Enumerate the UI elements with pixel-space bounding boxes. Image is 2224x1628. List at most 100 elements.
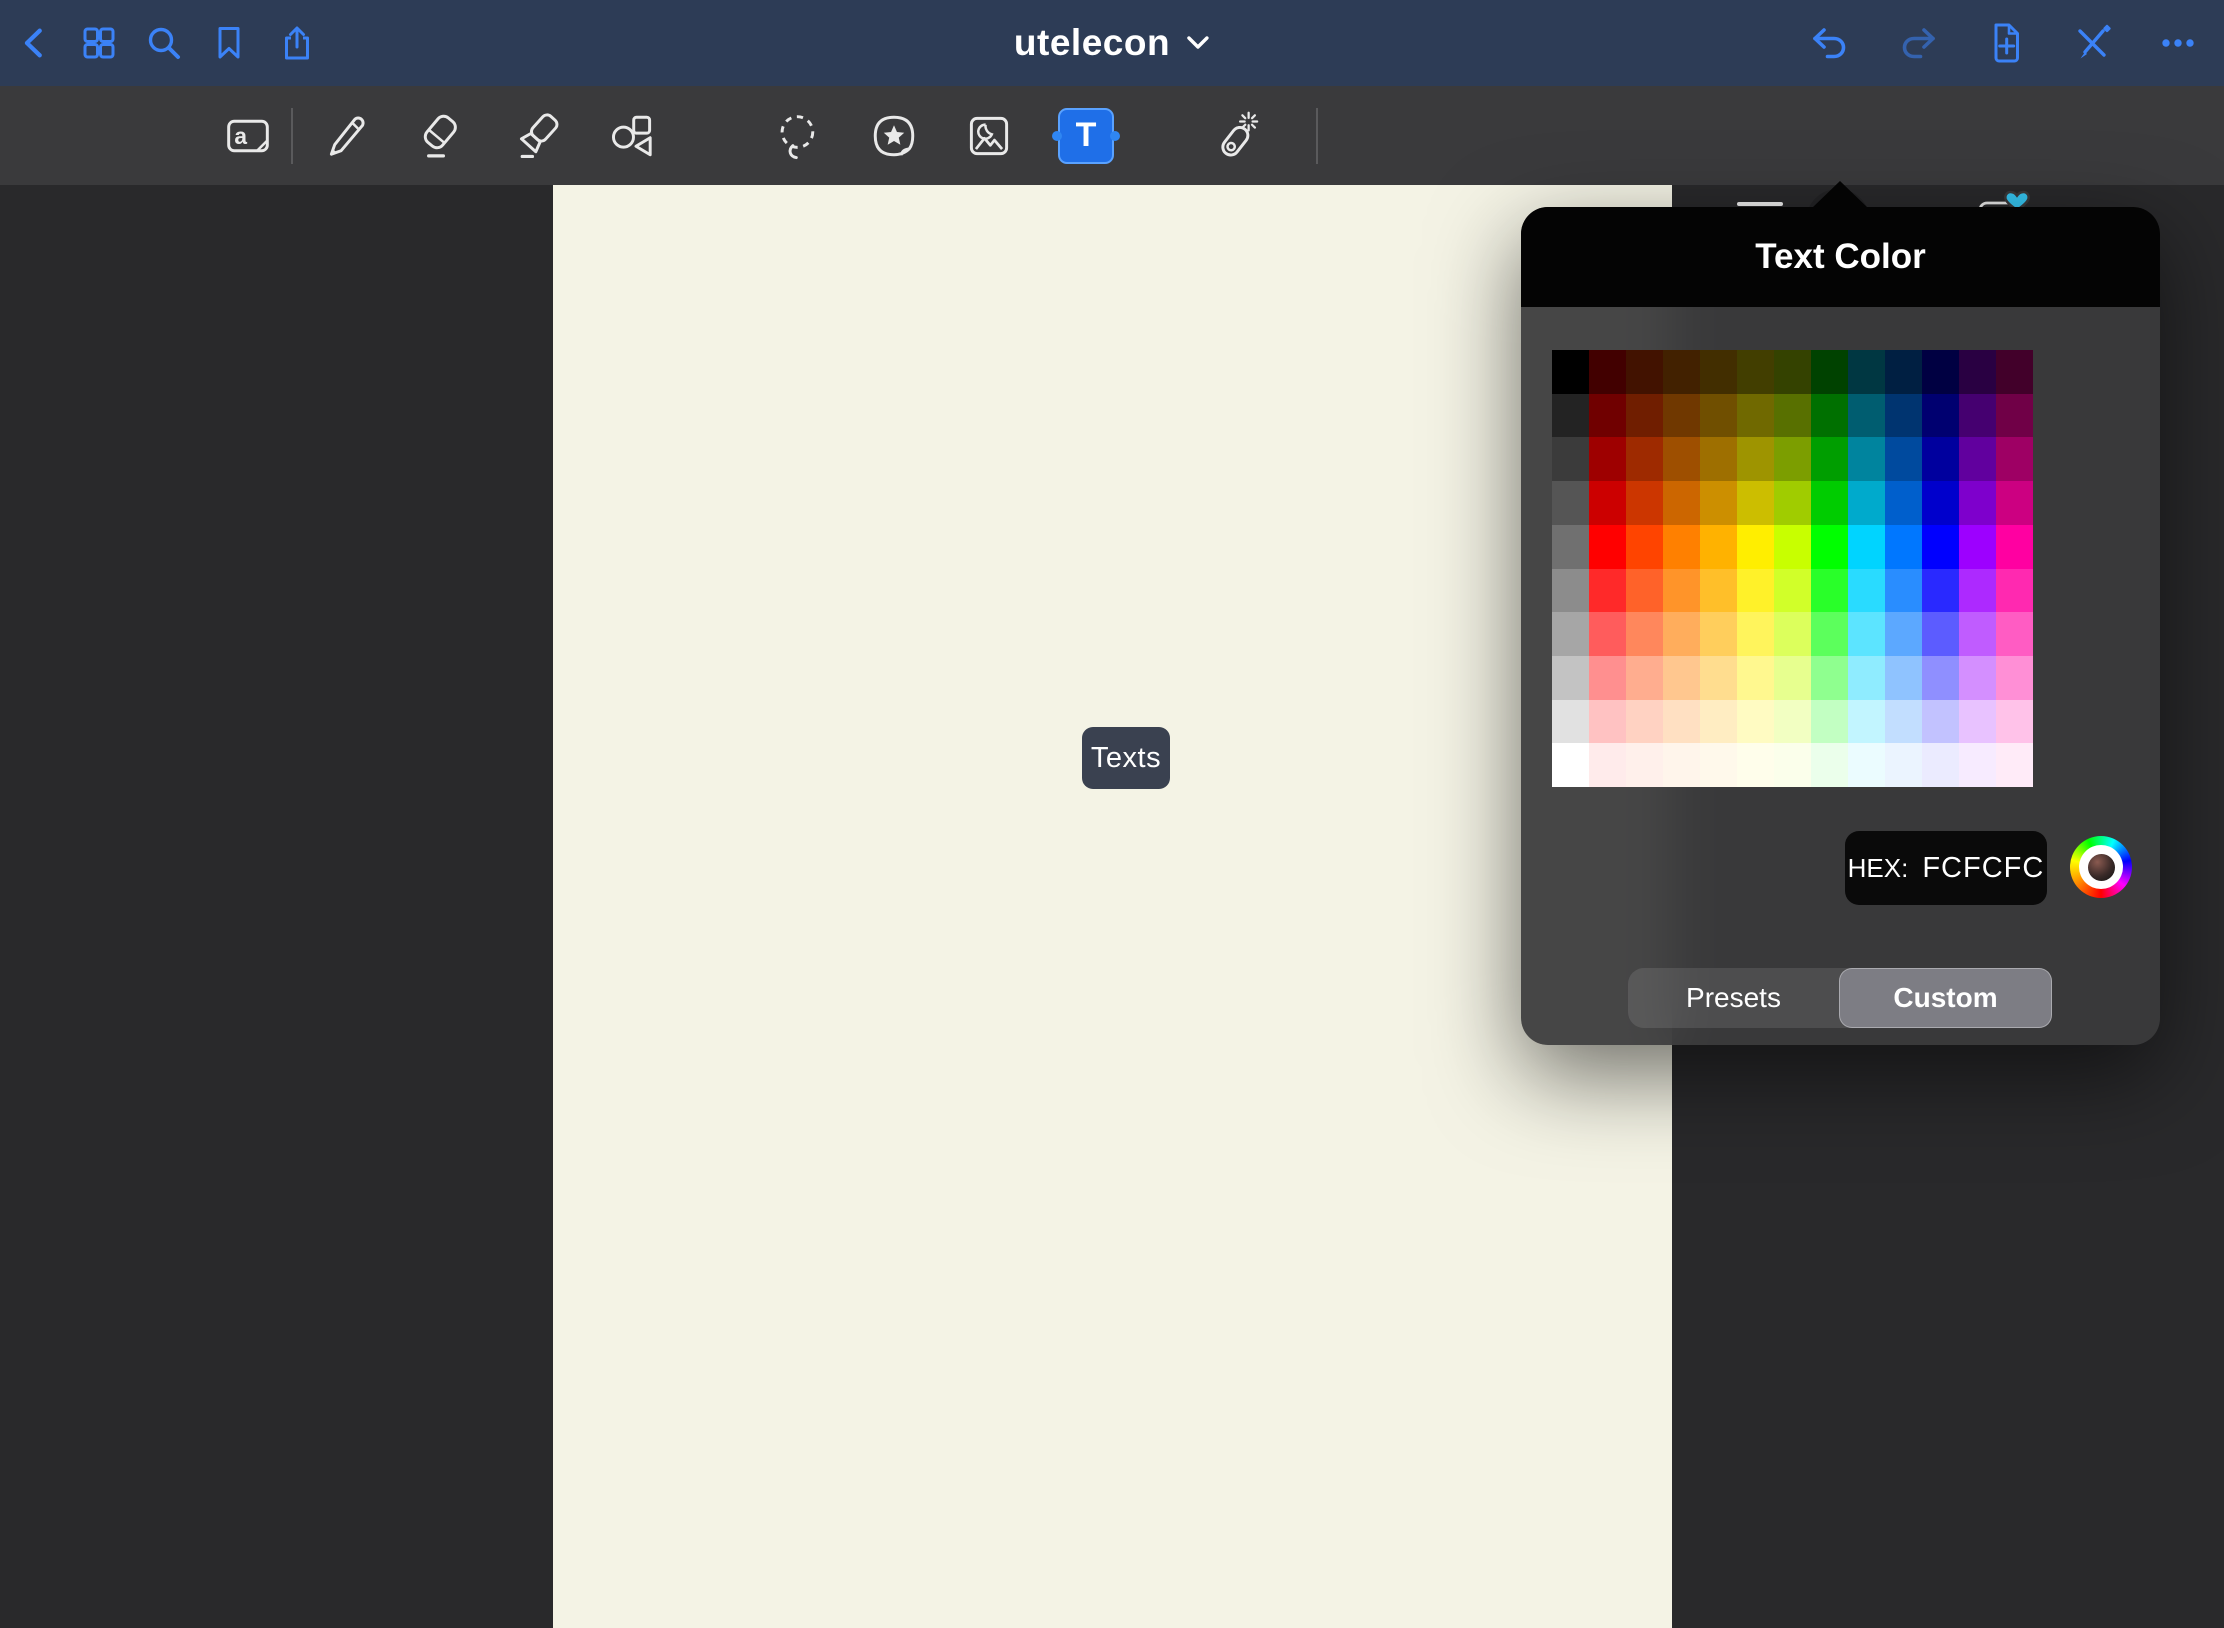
color-swatch[interactable] xyxy=(1552,525,1589,569)
color-swatch[interactable] xyxy=(1774,350,1811,394)
tool-page-mode[interactable]: a xyxy=(216,104,280,168)
color-swatch[interactable] xyxy=(1811,743,1848,787)
color-swatch[interactable] xyxy=(1663,525,1700,569)
color-swatch[interactable] xyxy=(1700,437,1737,481)
color-swatch[interactable] xyxy=(1663,656,1700,700)
color-swatch[interactable] xyxy=(1959,700,1996,744)
add-page-button[interactable] xyxy=(1985,23,2025,63)
tool-shapes[interactable] xyxy=(600,104,664,168)
color-swatch[interactable] xyxy=(1885,700,1922,744)
tool-laser-pointer[interactable] xyxy=(1203,104,1267,168)
color-swatch[interactable] xyxy=(1922,612,1959,656)
color-swatch[interactable] xyxy=(1552,612,1589,656)
tool-eraser[interactable] xyxy=(408,104,472,168)
color-swatch[interactable] xyxy=(1848,525,1885,569)
color-swatch[interactable] xyxy=(1626,612,1663,656)
pages-overview-button[interactable] xyxy=(79,23,119,63)
color-swatch[interactable] xyxy=(1774,743,1811,787)
tool-pen[interactable] xyxy=(313,104,377,168)
color-swatch[interactable] xyxy=(1848,612,1885,656)
color-swatch[interactable] xyxy=(1737,525,1774,569)
tab-presets[interactable]: Presets xyxy=(1628,968,1839,1028)
color-swatch[interactable] xyxy=(1811,481,1848,525)
color-swatch[interactable] xyxy=(1811,350,1848,394)
color-swatch[interactable] xyxy=(1626,481,1663,525)
color-swatch[interactable] xyxy=(1700,569,1737,613)
color-swatch[interactable] xyxy=(1663,481,1700,525)
color-swatch[interactable] xyxy=(1959,743,1996,787)
color-swatch[interactable] xyxy=(1922,700,1959,744)
color-swatch[interactable] xyxy=(1589,743,1626,787)
color-swatch[interactable] xyxy=(1737,437,1774,481)
color-swatch[interactable] xyxy=(1959,525,1996,569)
color-swatch[interactable] xyxy=(1737,612,1774,656)
color-swatch[interactable] xyxy=(1774,525,1811,569)
tool-highlighter[interactable] xyxy=(505,104,569,168)
color-swatch[interactable] xyxy=(1663,743,1700,787)
more-button[interactable] xyxy=(2158,23,2198,63)
color-swatch[interactable] xyxy=(1885,481,1922,525)
color-swatch[interactable] xyxy=(1848,437,1885,481)
color-swatch[interactable] xyxy=(1552,350,1589,394)
tool-stickers[interactable] xyxy=(862,104,926,168)
color-swatch[interactable] xyxy=(1996,394,2033,438)
color-swatch[interactable] xyxy=(1737,656,1774,700)
color-swatch[interactable] xyxy=(1996,481,2033,525)
color-swatch[interactable] xyxy=(1996,525,2033,569)
color-swatch[interactable] xyxy=(1774,394,1811,438)
hex-input[interactable]: HEX: FCFCFC xyxy=(1845,831,2047,905)
color-swatch[interactable] xyxy=(1626,525,1663,569)
color-swatch[interactable] xyxy=(1811,700,1848,744)
color-swatch[interactable] xyxy=(1700,743,1737,787)
undo-button[interactable] xyxy=(1810,23,1850,63)
color-swatch[interactable] xyxy=(1589,394,1626,438)
redo-button[interactable] xyxy=(1898,23,1938,63)
bookmark-button[interactable] xyxy=(209,23,249,63)
share-button[interactable] xyxy=(277,23,317,63)
color-swatch[interactable] xyxy=(1774,569,1811,613)
color-swatch[interactable] xyxy=(1589,437,1626,481)
color-swatch[interactable] xyxy=(1774,656,1811,700)
color-swatch[interactable] xyxy=(1885,569,1922,613)
color-swatch[interactable] xyxy=(1811,394,1848,438)
color-swatch[interactable] xyxy=(1996,612,2033,656)
color-swatch[interactable] xyxy=(1885,612,1922,656)
color-swatch[interactable] xyxy=(1848,656,1885,700)
color-swatch[interactable] xyxy=(1922,350,1959,394)
color-swatch[interactable] xyxy=(1663,700,1700,744)
color-swatch[interactable] xyxy=(1626,700,1663,744)
color-swatch[interactable] xyxy=(1700,612,1737,656)
document-title-button[interactable]: utelecon xyxy=(1014,22,1210,64)
tool-text-selected[interactable]: T xyxy=(1058,108,1114,164)
color-swatch[interactable] xyxy=(1885,437,1922,481)
color-swatch[interactable] xyxy=(1552,569,1589,613)
color-swatch[interactable] xyxy=(1552,700,1589,744)
color-swatch[interactable] xyxy=(1700,350,1737,394)
color-swatch[interactable] xyxy=(1996,437,2033,481)
search-button[interactable] xyxy=(144,23,184,63)
color-swatch[interactable] xyxy=(1996,743,2033,787)
color-swatch[interactable] xyxy=(1848,743,1885,787)
color-swatch[interactable] xyxy=(1737,394,1774,438)
color-swatch[interactable] xyxy=(1959,569,1996,613)
color-swatch[interactable] xyxy=(1626,656,1663,700)
color-swatch[interactable] xyxy=(1811,656,1848,700)
canvas-text-element[interactable]: Texts xyxy=(1082,727,1170,789)
color-swatch[interactable] xyxy=(1848,481,1885,525)
color-swatch[interactable] xyxy=(1737,569,1774,613)
color-swatch[interactable] xyxy=(1589,612,1626,656)
color-swatch[interactable] xyxy=(1959,437,1996,481)
color-swatch[interactable] xyxy=(1885,394,1922,438)
color-swatch[interactable] xyxy=(1774,612,1811,656)
color-swatch[interactable] xyxy=(1626,350,1663,394)
color-swatch[interactable] xyxy=(1700,656,1737,700)
color-swatch[interactable] xyxy=(1589,569,1626,613)
stylus-toggle-button[interactable] xyxy=(2072,23,2112,63)
color-swatch[interactable] xyxy=(1811,437,1848,481)
color-swatch[interactable] xyxy=(1737,350,1774,394)
color-swatch[interactable] xyxy=(1552,394,1589,438)
color-swatch[interactable] xyxy=(1552,656,1589,700)
color-swatch[interactable] xyxy=(1663,612,1700,656)
tool-image[interactable] xyxy=(957,104,1021,168)
color-swatch[interactable] xyxy=(1848,350,1885,394)
